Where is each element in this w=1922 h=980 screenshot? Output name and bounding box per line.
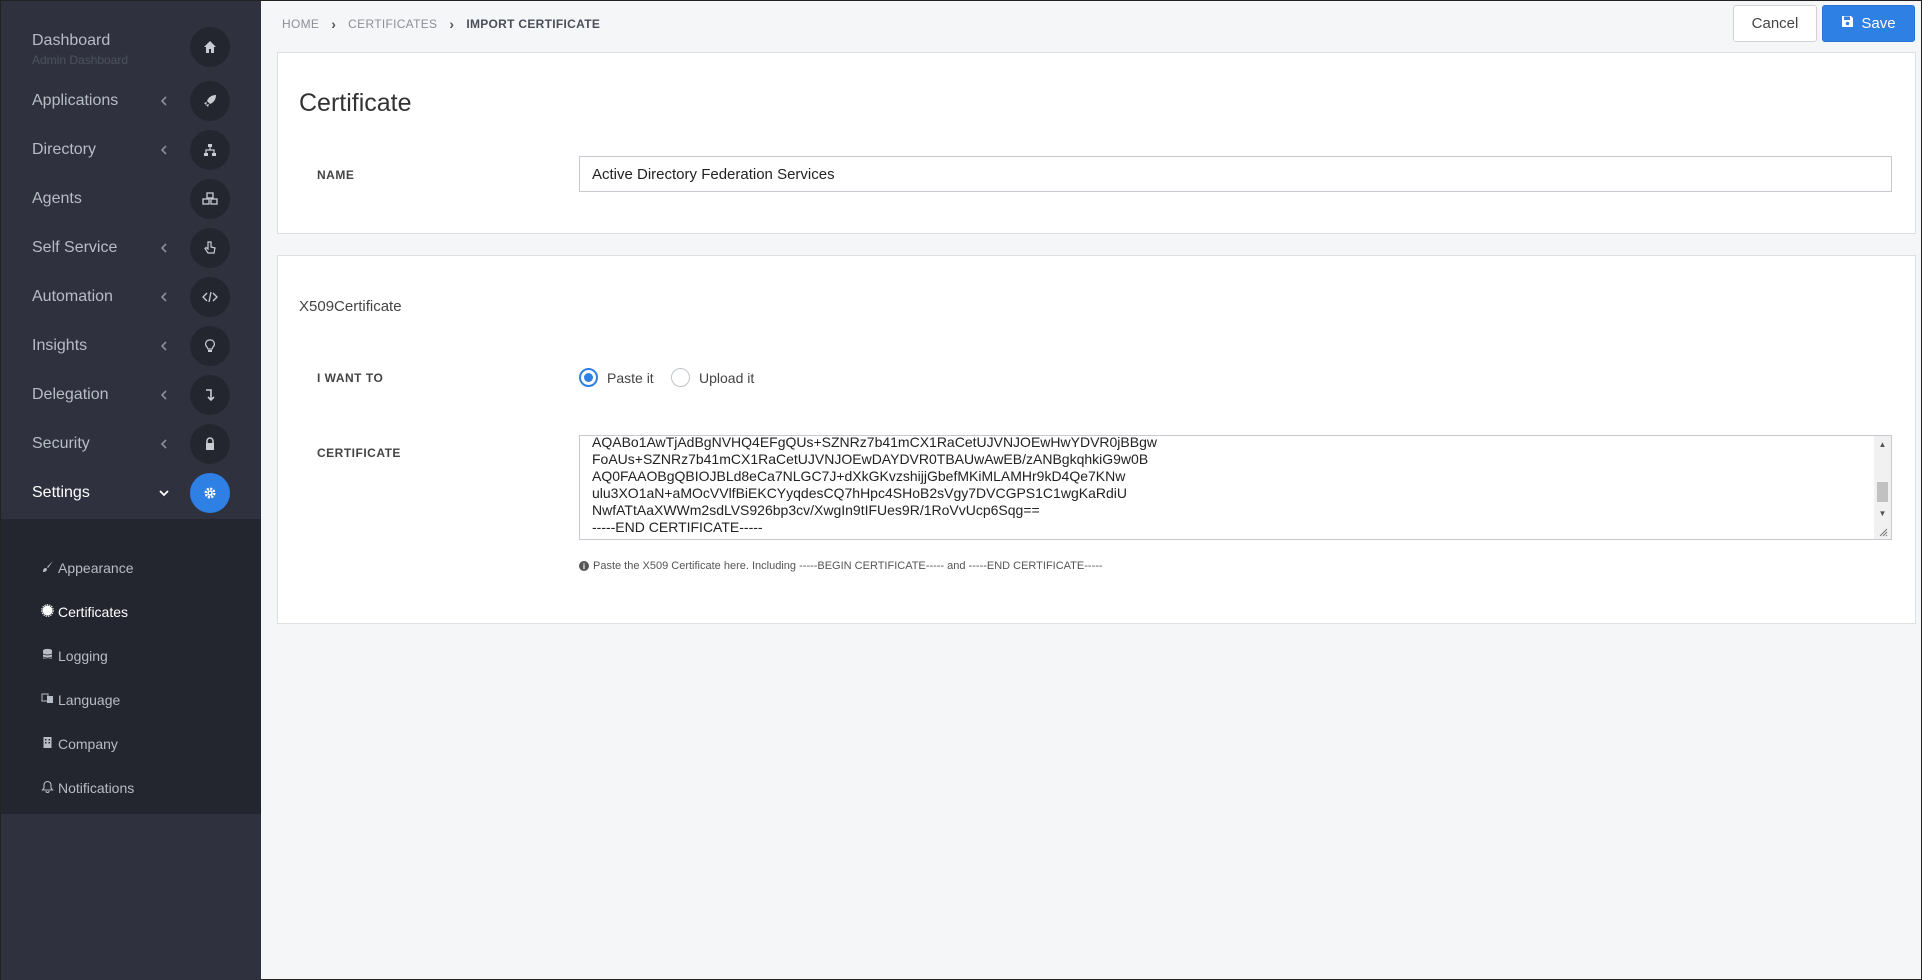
breadcrumb-current: IMPORT CERTIFICATE bbox=[466, 17, 601, 31]
i-want-to-label: I WANT TO bbox=[317, 371, 384, 385]
subnav-item-notifications[interactable]: Notifications bbox=[41, 777, 134, 799]
sidebar-item-agents[interactable]: Agents bbox=[1, 174, 261, 223]
chevron-left-icon bbox=[157, 437, 171, 451]
settings-submenu: Appearance Certificates Logging Language… bbox=[1, 519, 261, 814]
paste-it-label: Paste it bbox=[607, 369, 654, 386]
subnav-item-label: Language bbox=[58, 692, 121, 708]
sidebar-item-automation[interactable]: Automation bbox=[1, 272, 261, 321]
paste-it-radio[interactable]: Paste it bbox=[579, 368, 654, 387]
upload-it-radio[interactable]: Upload it bbox=[671, 368, 754, 387]
breadcrumb: HOME › CERTIFICATES › IMPORT CERTIFICATE bbox=[282, 16, 600, 32]
sidebar-item-insights[interactable]: Insights bbox=[1, 321, 261, 370]
lightbulb-icon bbox=[190, 325, 230, 366]
code-icon bbox=[190, 276, 230, 317]
certificate-textarea[interactable]: AQABo1AwTjAdBgNVHQ4EFgQUs+SZNRz7b41mCX1R… bbox=[579, 435, 1892, 540]
subnav-item-company[interactable]: Company bbox=[41, 733, 118, 755]
upload-it-label: Upload it bbox=[699, 369, 755, 386]
sidebar-item-delegation[interactable]: Delegation bbox=[1, 370, 261, 419]
resize-grip-icon[interactable] bbox=[1877, 526, 1888, 537]
bell-icon bbox=[41, 780, 54, 796]
section-title: X509Certificate bbox=[299, 298, 402, 315]
level-down-icon bbox=[190, 374, 230, 415]
subnav-item-appearance[interactable]: Appearance bbox=[41, 557, 134, 579]
sidebar: Dashboard Admin Dashboard Applications D… bbox=[1, 1, 261, 980]
sitemap-icon bbox=[190, 129, 230, 170]
info-icon: i bbox=[579, 561, 589, 571]
certificate-hint: i Paste the X509 Certificate here. Inclu… bbox=[579, 560, 1103, 572]
certificate-card: Certificate NAME bbox=[277, 52, 1916, 234]
save-button[interactable]: Save bbox=[1822, 5, 1915, 42]
page-title: Certificate bbox=[299, 89, 412, 117]
subnav-item-language[interactable]: Language bbox=[41, 689, 120, 711]
home-icon bbox=[190, 27, 230, 67]
radio-unchecked-icon bbox=[671, 368, 690, 387]
top-bar: HOME › CERTIFICATES › IMPORT CERTIFICATE… bbox=[261, 1, 1922, 46]
certificate-label: CERTIFICATE bbox=[317, 446, 401, 460]
sidebar-item-sublabel: Admin Dashboard bbox=[32, 52, 129, 67]
subnav-item-certificates[interactable]: Certificates bbox=[41, 601, 128, 623]
subnav-item-label: Appearance bbox=[58, 560, 134, 576]
rocket-icon bbox=[190, 80, 230, 121]
save-button-label: Save bbox=[1861, 15, 1896, 32]
database-icon bbox=[41, 648, 54, 664]
hand-pointer-icon bbox=[190, 227, 230, 268]
paint-brush-icon bbox=[41, 560, 54, 576]
gear-icon bbox=[190, 472, 230, 513]
certificate-icon bbox=[41, 604, 54, 620]
subnav-item-logging[interactable]: Logging bbox=[41, 645, 108, 667]
sidebar-item-self-service[interactable]: Self Service bbox=[1, 223, 261, 272]
sidebar-item-applications[interactable]: Applications bbox=[1, 76, 261, 125]
sidebar-item-settings[interactable]: Settings bbox=[1, 468, 261, 517]
chevron-left-icon bbox=[157, 143, 171, 157]
chevron-right-icon: › bbox=[331, 16, 337, 32]
cubes-icon bbox=[190, 178, 230, 219]
breadcrumb-certificates[interactable]: CERTIFICATES bbox=[348, 17, 437, 31]
subnav-item-label: Notifications bbox=[58, 780, 135, 796]
subnav-item-label: Logging bbox=[58, 648, 108, 664]
language-icon bbox=[41, 692, 54, 708]
certificate-hint-text: Paste the X509 Certificate here. Includi… bbox=[593, 560, 1103, 572]
radio-checked-icon bbox=[579, 368, 598, 387]
chevron-left-icon bbox=[157, 339, 171, 353]
sidebar-item-label: Dashboard bbox=[32, 31, 111, 49]
name-label: NAME bbox=[317, 168, 355, 182]
chevron-left-icon bbox=[157, 94, 171, 108]
chevron-down-icon bbox=[157, 486, 171, 500]
sidebar-item-directory[interactable]: Directory bbox=[1, 125, 261, 174]
x509-certificate-card: X509Certificate I WANT TO Paste it Uploa… bbox=[277, 255, 1916, 624]
scrollbar-thumb[interactable] bbox=[1877, 482, 1888, 502]
subnav-item-label: Company bbox=[58, 736, 118, 752]
chevron-left-icon bbox=[157, 388, 171, 402]
sidebar-item-security[interactable]: Security bbox=[1, 419, 261, 468]
sidebar-item-dashboard[interactable]: Dashboard Admin Dashboard bbox=[1, 22, 261, 72]
certificate-text: AQABo1AwTjAdBgNVHQ4EFgQUs+SZNRz7b41mCX1R… bbox=[592, 435, 1157, 535]
breadcrumb-home[interactable]: HOME bbox=[282, 17, 319, 31]
lock-icon bbox=[190, 423, 230, 464]
scroll-down-arrow-icon[interactable]: ▼ bbox=[1874, 505, 1891, 522]
floppy-disk-icon bbox=[1841, 15, 1854, 32]
textarea-scrollbar[interactable]: ▲ ▼ bbox=[1874, 436, 1891, 539]
cancel-button[interactable]: Cancel bbox=[1733, 5, 1817, 42]
name-field[interactable] bbox=[579, 156, 1892, 192]
building-icon bbox=[41, 736, 54, 752]
chevron-right-icon: › bbox=[449, 16, 455, 32]
subnav-item-label: Certificates bbox=[58, 604, 129, 620]
chevron-left-icon bbox=[157, 241, 171, 255]
chevron-left-icon bbox=[157, 290, 171, 304]
scroll-up-arrow-icon[interactable]: ▲ bbox=[1874, 436, 1891, 453]
